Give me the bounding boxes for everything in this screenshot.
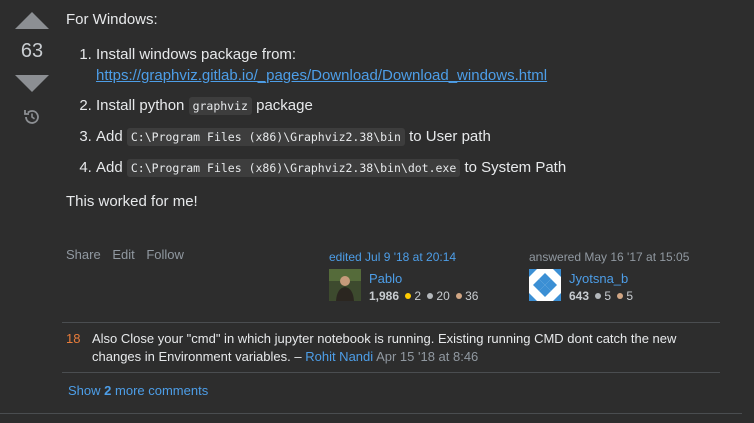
post-menu: Share Edit Follow <box>66 247 192 262</box>
answered-timestamp: answered May 16 '17 at 15:05 <box>529 250 690 264</box>
step-item: Install python graphviz package <box>96 95 726 117</box>
step-text: Install python <box>96 97 185 114</box>
history-icon[interactable] <box>14 108 50 130</box>
editor-card: edited Jul 9 '18 at 20:14 Pablo 1,986 2 … <box>329 250 509 306</box>
answer-body: For Windows: Install windows package fro… <box>66 10 726 225</box>
silver-badge-icon <box>595 293 602 300</box>
reputation-score: 1,986 <box>369 289 400 303</box>
vote-cell: 63 <box>14 12 50 130</box>
show-more-prefix: Show <box>68 383 101 398</box>
closing-text: This worked for me! <box>66 193 198 210</box>
silver-badge-count: 5 <box>604 289 612 303</box>
download-link[interactable]: https://graphviz.gitlab.io/_pages/Downlo… <box>96 67 547 84</box>
editor-reputation: 1,986 2 20 36 <box>369 289 478 303</box>
reputation-score: 643 <box>569 289 590 303</box>
silver-badge-count: 20 <box>436 289 450 303</box>
step-text: Add <box>96 159 123 176</box>
show-more-comments-link[interactable]: Show 2 more comments <box>68 383 208 398</box>
step-item: Add C:\Program Files (x86)\Graphviz2.38\… <box>96 157 726 179</box>
show-more-suffix: more comments <box>115 383 209 398</box>
comment-dash: – <box>294 349 302 364</box>
steps-list: Install windows package from: https://gr… <box>66 44 726 179</box>
author-card: answered May 16 '17 at 15:05 Jyotsna_b 6… <box>529 250 719 306</box>
comment: 18 Also Close your "cmd" in which jupyte… <box>66 330 716 366</box>
comment-user[interactable]: Rohit Nandi <box>305 349 373 364</box>
vote-count: 63 <box>20 40 44 62</box>
comment-date[interactable]: Apr 15 '18 at 8:46 <box>376 349 478 364</box>
divider <box>62 372 720 373</box>
step-text: Add <box>96 128 123 145</box>
divider <box>62 322 720 323</box>
share-link[interactable]: Share <box>66 247 101 262</box>
inline-code: C:\Program Files (x86)\Graphviz2.38\bin\… <box>126 159 461 177</box>
bronze-badge-count: 36 <box>465 289 479 303</box>
downvote-arrow-icon[interactable] <box>15 75 49 92</box>
upvote-arrow-icon[interactable] <box>15 12 49 29</box>
editor-name[interactable]: Pablo <box>369 271 402 286</box>
step-text: to System Path <box>464 159 567 176</box>
edit-link[interactable]: Edit <box>112 247 134 262</box>
inline-code: graphviz <box>188 97 252 115</box>
avatar[interactable] <box>329 269 361 301</box>
step-item: Add C:\Program Files (x86)\Graphviz2.38\… <box>96 126 726 148</box>
gold-badge-count: 2 <box>414 289 422 303</box>
step-text: package <box>256 97 313 114</box>
bronze-badge-icon <box>617 293 624 300</box>
comment-score: 18 <box>66 331 81 346</box>
bronze-badge-count: 5 <box>626 289 634 303</box>
follow-link[interactable]: Follow <box>146 247 184 262</box>
avatar[interactable] <box>529 269 561 301</box>
silver-badge-icon <box>427 293 434 300</box>
step-text: to User path <box>409 128 491 145</box>
intro-text: For Windows: <box>66 11 158 28</box>
bronze-badge-icon <box>456 293 463 300</box>
comment-body: Also Close your "cmd" in which jupyter n… <box>92 330 716 366</box>
author-reputation: 643 5 5 <box>569 289 633 303</box>
more-comments-count: 2 <box>104 383 112 398</box>
bottom-divider <box>0 413 742 414</box>
step-item: Install windows package from: https://gr… <box>96 44 726 86</box>
author-name[interactable]: Jyotsna_b <box>569 271 628 286</box>
edited-timestamp[interactable]: edited Jul 9 '18 at 20:14 <box>329 250 509 264</box>
gold-badge-icon <box>405 293 412 300</box>
inline-code: C:\Program Files (x86)\Graphviz2.38\bin <box>126 128 405 146</box>
step-text: Install windows package from: <box>96 46 297 63</box>
